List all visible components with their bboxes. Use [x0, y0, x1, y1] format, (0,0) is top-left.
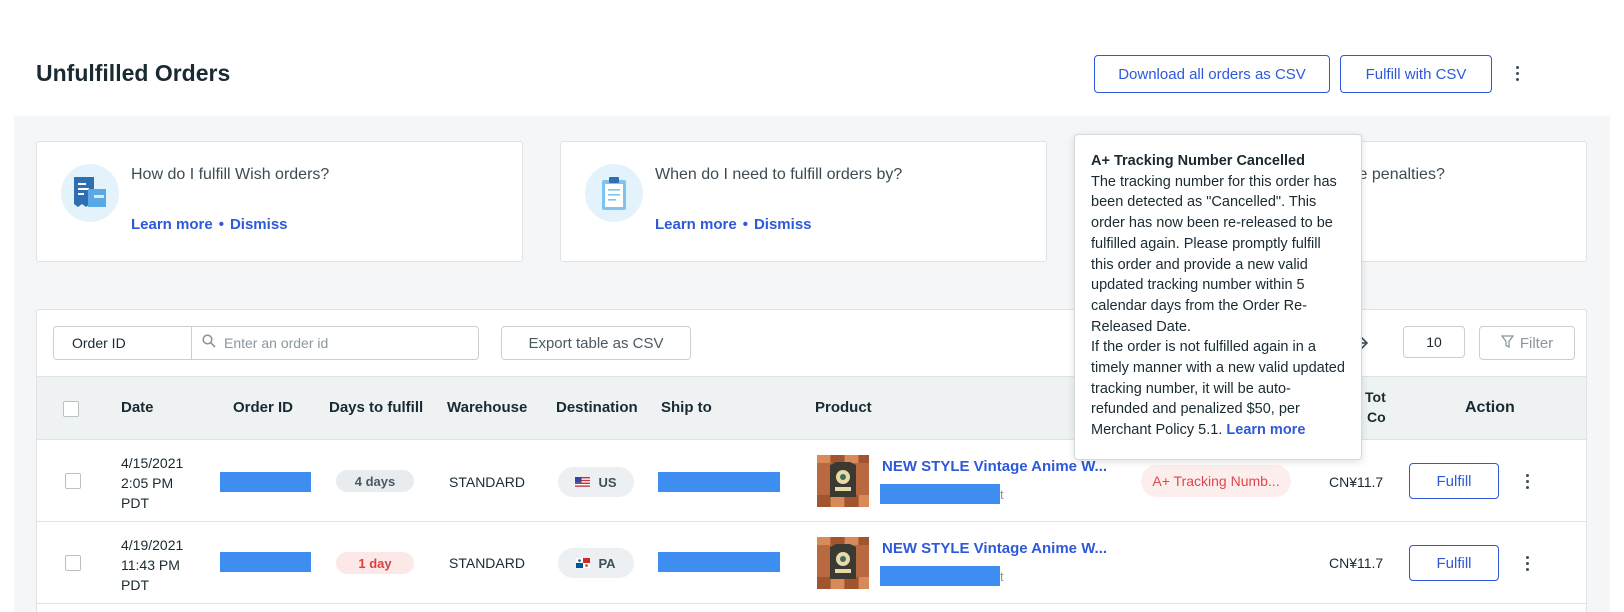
page-size-input[interactable]: 10 [1403, 326, 1465, 358]
product-sku-tail: t [1000, 487, 1004, 502]
redacted-product-sku [880, 484, 1000, 504]
dismiss-link[interactable]: Dismiss [230, 216, 288, 233]
tracking-cancelled-tooltip: A+ Tracking Number Cancelled The trackin… [1074, 134, 1362, 460]
fulfill-with-csv-button[interactable]: Fulfill with CSV [1340, 55, 1492, 93]
header-order-id[interactable]: Order ID [233, 399, 293, 416]
warehouse-cell: STANDARD [449, 474, 525, 490]
search-icon [202, 333, 216, 353]
header-total-line1: Tot [1365, 389, 1386, 405]
fulfill-button[interactable]: Fulfill [1409, 463, 1499, 499]
pa-flag-icon [576, 556, 591, 571]
download-all-orders-button[interactable]: Download all orders as CSV [1094, 55, 1330, 93]
tooltip-body-2: If the order is not fulfilled again in a… [1091, 339, 1345, 439]
help-card-links: Learn more • Dismiss [131, 216, 288, 233]
order-id-search-input[interactable] [224, 335, 464, 351]
redacted-order-id[interactable] [220, 552, 311, 572]
filter-icon [1500, 334, 1515, 352]
select-all-checkbox[interactable] [63, 401, 79, 417]
header-days-to-fulfill[interactable]: Days to fulfill [329, 399, 423, 416]
header-product[interactable]: Product [815, 399, 872, 416]
filter-label: Filter [1519, 334, 1554, 352]
header-total-line2: Co [1367, 409, 1386, 425]
help-card-question: When do I need to fulfill orders by? [655, 166, 903, 183]
row-checkbox[interactable] [65, 555, 81, 571]
us-flag-icon [575, 475, 591, 490]
destination-badge: US [558, 467, 634, 497]
row-more-icon[interactable] [1517, 553, 1537, 573]
product-name-link[interactable]: NEW STYLE Vintage Anime W... [882, 540, 1107, 557]
product-sku-tail: t [1000, 569, 1004, 584]
tooltip-learn-more-link[interactable]: Learn more [1226, 422, 1305, 438]
row-checkbox[interactable] [65, 473, 81, 489]
product-name-link[interactable]: NEW STYLE Vintage Anime W... [882, 458, 1107, 475]
help-card-fulfill: How do I fulfill Wish orders? Learn more… [36, 141, 523, 262]
tracking-cancelled-badge[interactable]: A+ Tracking Numb... [1141, 465, 1291, 497]
destination-code: US [598, 474, 617, 490]
destination-badge: PA [558, 548, 634, 578]
total-cost-cell: CN¥11.7 [1329, 555, 1384, 571]
dismiss-link[interactable]: Dismiss [754, 216, 812, 233]
filter-button[interactable]: Filter [1479, 326, 1575, 360]
help-card-links: Learn more • Dismiss [655, 216, 812, 233]
row-more-icon[interactable] [1517, 471, 1537, 491]
learn-more-link[interactable]: Learn more [655, 216, 737, 233]
header-date[interactable]: Date [121, 399, 154, 416]
total-cost-cell: CN¥11.7 [1329, 474, 1384, 490]
search-box [191, 326, 479, 360]
export-table-button[interactable]: Export table as CSV [501, 326, 691, 360]
redacted-ship-to [658, 472, 780, 492]
header-warehouse[interactable]: Warehouse [447, 399, 527, 416]
order-date: 4/19/2021 11:43 PM PDT [121, 537, 184, 593]
warehouse-cell: STANDARD [449, 555, 525, 571]
header-destination[interactable]: Destination [556, 399, 638, 416]
page-header: Unfulfilled Orders Download all orders a… [0, 0, 1624, 116]
separator-dot: • [218, 216, 224, 233]
learn-more-link[interactable]: Learn more [131, 216, 213, 233]
more-options-icon[interactable] [1507, 63, 1527, 83]
search-type-select[interactable]: Order ID [53, 326, 191, 360]
days-badge: 1 day [336, 552, 414, 574]
product-thumbnail[interactable] [817, 455, 869, 507]
clipboard-icon [585, 164, 643, 222]
tooltip-title: A+ Tracking Number Cancelled [1091, 153, 1305, 169]
redacted-ship-to [658, 552, 780, 572]
days-badge: 4 days [336, 470, 414, 492]
shipping-docs-icon [61, 164, 119, 222]
redacted-order-id[interactable] [220, 472, 311, 492]
table-row: 4/19/2021 11:43 PM PDT 1 day STANDARD PA [37, 523, 1586, 604]
destination-code: PA [598, 555, 616, 571]
tooltip-body-1: The tracking number for this order has b… [1091, 173, 1337, 335]
separator-dot: • [742, 216, 748, 233]
page-title: Unfulfilled Orders [36, 60, 231, 86]
order-date: 4/15/2021 2:05 PM PDT [121, 455, 184, 511]
header-action: Action [1465, 399, 1515, 416]
help-card-question: How do I fulfill Wish orders? [131, 166, 330, 183]
header-ship-to[interactable]: Ship to [661, 399, 712, 416]
fulfill-button[interactable]: Fulfill [1409, 545, 1499, 581]
redacted-product-sku [880, 566, 1000, 586]
help-card-deadline: When do I need to fulfill orders by? Lea… [560, 141, 1047, 262]
product-thumbnail[interactable] [817, 537, 869, 589]
